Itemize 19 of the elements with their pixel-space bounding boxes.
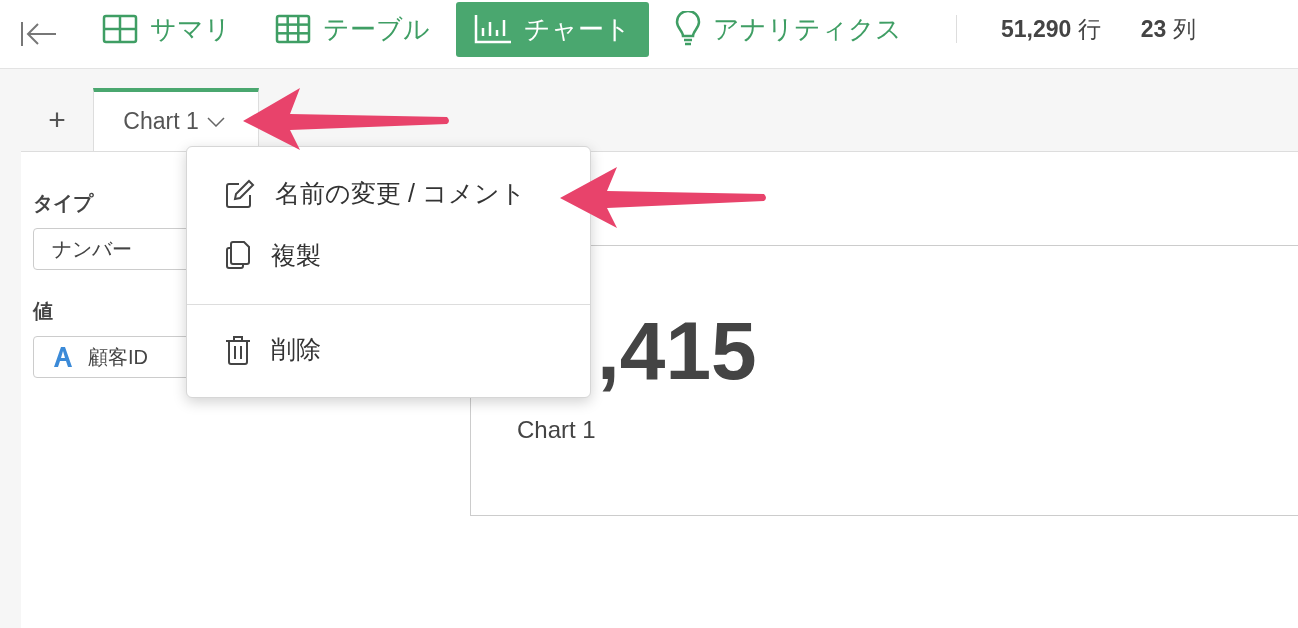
text-type-icon [52,346,74,368]
field-label: タイプ [33,191,93,216]
metric-value: ,415 [597,310,758,392]
lightbulb-icon [675,11,701,47]
field-label: 値 [33,299,53,324]
table-icon [275,14,311,44]
row-count: 51,290 行 [1001,14,1101,44]
edit-icon [225,178,255,209]
add-tab-button[interactable]: + [21,89,93,151]
chart-tab[interactable]: Chart 1 [93,88,259,151]
collapse-icon [20,20,58,48]
column-count: 23 列 [1140,14,1196,44]
caret-icon [206,116,225,127]
trash-icon [225,334,251,365]
grid-icon [102,14,138,44]
bar-chart-icon [474,14,512,44]
metric-caption: Chart 1 [517,415,597,445]
copy-icon [225,240,251,271]
menu-item[interactable]: 名前の変更 / コメント [187,163,564,225]
